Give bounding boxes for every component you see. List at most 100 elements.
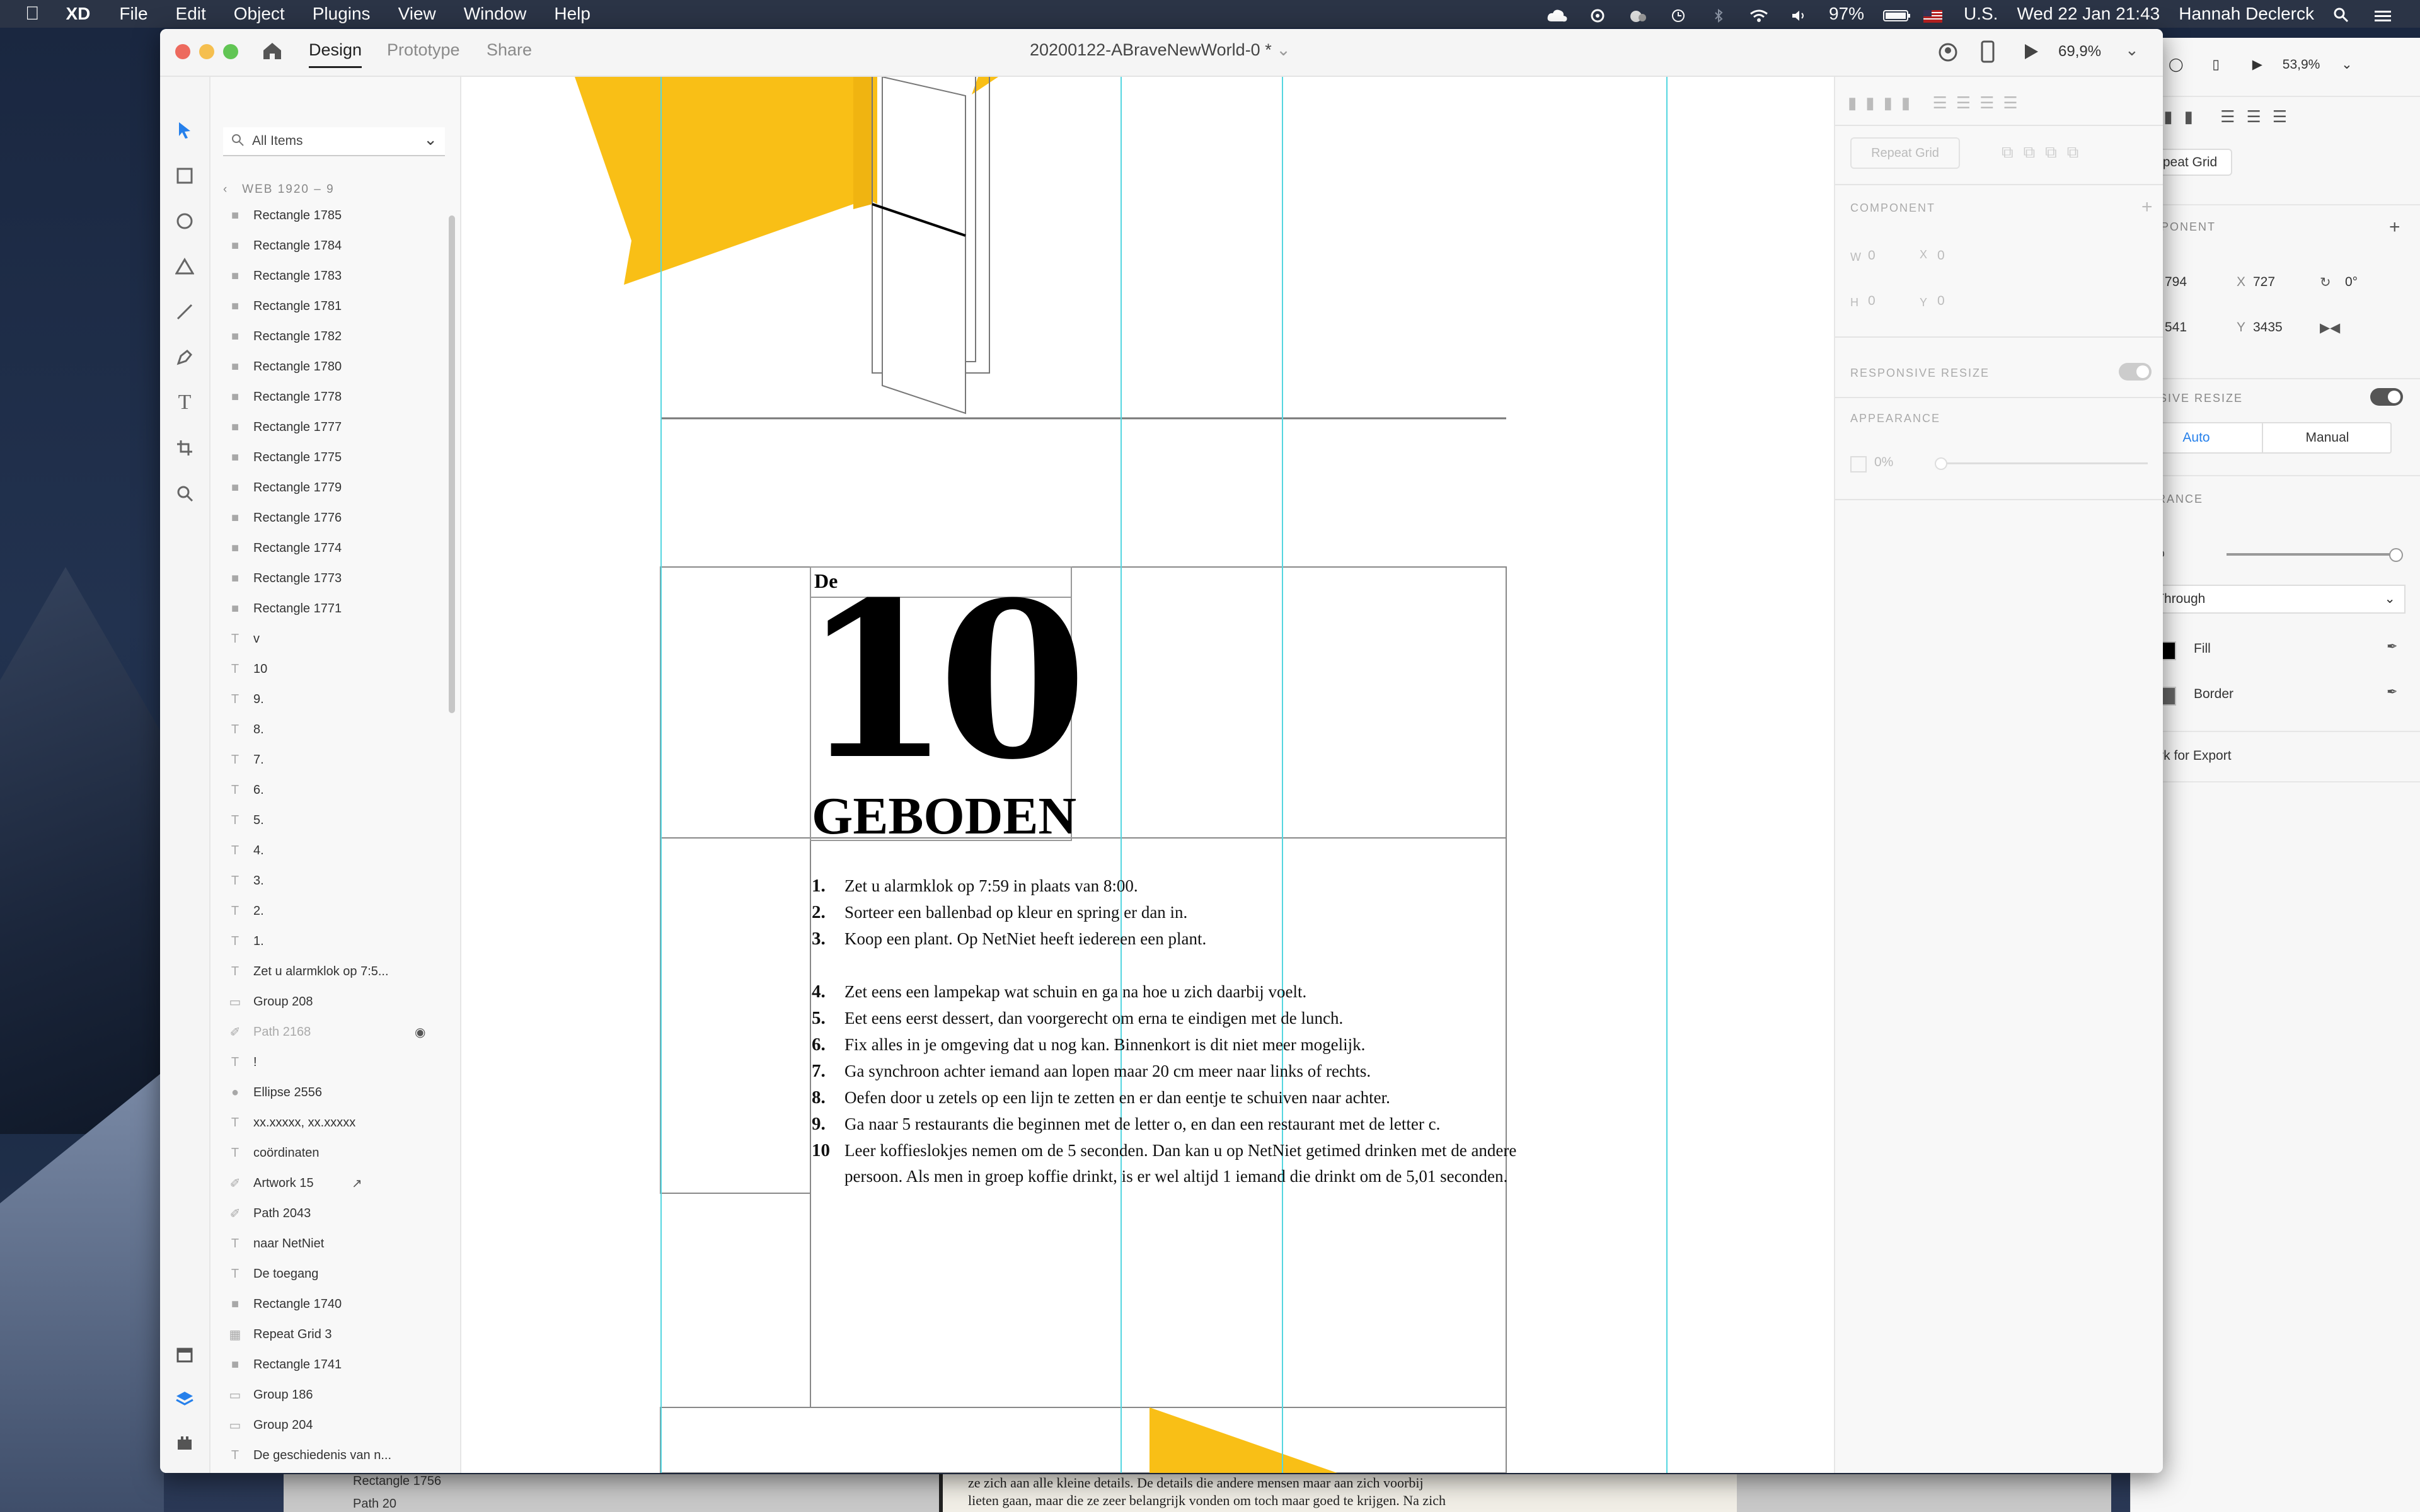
layer-row[interactable]: ■ Rectangle 1774 [226, 536, 434, 561]
assets-panel-icon[interactable] [174, 1344, 195, 1366]
layer-row[interactable]: T 9. [226, 687, 434, 712]
layer-row[interactable]: T 1. [226, 929, 434, 954]
back-zoom-chevron-icon[interactable]: ⌄ [2341, 57, 2353, 72]
select-tool-icon[interactable] [174, 120, 195, 141]
zoom-level[interactable]: 69,9% [2058, 43, 2101, 60]
layer-row[interactable]: Tnaar NetNiet [226, 1231, 434, 1256]
plugins-panel-icon[interactable] [174, 1433, 195, 1454]
battery-icon[interactable] [1882, 7, 1910, 21]
commandment-item[interactable]: 9. Ga naar 5 restaurants die beginnen met… [812, 1114, 1440, 1135]
commandment-item[interactable]: 10 Leer koffieslokjes nemen om de 5 secon… [812, 1140, 1516, 1161]
back-rotation[interactable]: 0° [2345, 275, 2420, 290]
external-link-icon[interactable]: ↗ [352, 1176, 362, 1191]
boolean-ops[interactable]: ⧉⧉⧉⧉ [2002, 142, 2089, 163]
back-zoom[interactable]: 53,9% [2283, 57, 2320, 72]
layer-row[interactable]: ■ Rectangle 1773 [226, 566, 434, 591]
yellow-shape-edge[interactable] [853, 77, 872, 209]
back-flip-icon[interactable]: ▶◀ [2320, 320, 2420, 336]
layer-row[interactable]: ■ Rectangle 1784 [226, 233, 434, 258]
menu-plugins[interactable]: Plugins [313, 4, 371, 24]
commandment-item[interactable]: persoon. Als men in groep koffie drinkt,… [812, 1167, 1507, 1186]
layer-row[interactable]: ✐ Artwork 15 ↗ [226, 1171, 434, 1196]
layers-panel-icon[interactable] [174, 1389, 195, 1410]
commandment-item[interactable]: 4. Zet eens een lampekap wat schuin en ga… [812, 982, 1306, 1002]
tab-prototype[interactable]: Prototype [387, 40, 460, 60]
pen-tool-icon[interactable] [174, 346, 195, 368]
menu-object[interactable]: Object [234, 4, 285, 24]
add-component-icon[interactable]: + [2141, 197, 2153, 218]
apple-icon[interactable]:  [25, 3, 40, 25]
layer-row[interactable]: ■ Rectangle 1782 [226, 324, 434, 349]
tab-design[interactable]: Design [309, 40, 362, 68]
document-title[interactable]: 20200122-ABraveNewWorld-0 * ⌄ [1030, 40, 1291, 60]
heading-geboden[interactable]: GEBODEN [812, 790, 1076, 843]
layer-row[interactable]: T! [226, 1050, 434, 1075]
bluetooth-icon[interactable] [1708, 7, 1729, 23]
artboard-tool-icon[interactable] [174, 437, 195, 459]
layer-row[interactable]: T xx.xxxxx, xx.xxxxx [226, 1110, 434, 1135]
back-export-label[interactable]: Mark for Export [2141, 748, 2420, 764]
text-tool-icon[interactable]: T [174, 391, 195, 414]
menu-edit[interactable]: Edit [176, 4, 206, 24]
bottom-frame[interactable] [660, 1407, 1507, 1473]
minimize-window-button[interactable] [199, 44, 214, 59]
zoom-window-button[interactable] [223, 44, 238, 59]
layer-row[interactable]: ▦ Repeat Grid 3 [226, 1322, 434, 1347]
heading-number[interactable]: 10 [802, 575, 1087, 789]
back-align-tools[interactable]: ▮▮▮ ☰☰☰ [2143, 107, 2420, 127]
menu-view[interactable]: View [398, 4, 436, 24]
back-opacity-knob[interactable] [2389, 548, 2403, 562]
layer-row[interactable]: ■ Rectangle 1781 [226, 294, 434, 319]
input-source[interactable]: U.S. [1964, 4, 1998, 24]
time-machine-icon[interactable] [1668, 7, 1689, 22]
width-field[interactable]: 0 [1868, 248, 1876, 263]
heading-frame[interactable] [660, 566, 1507, 839]
layer-row[interactable]: ■ Rectangle 1779 [226, 475, 434, 500]
opacity-field[interactable]: 0% [1874, 455, 1893, 470]
layer-row[interactable]: T 3. [226, 868, 434, 893]
rectangle-tool-icon[interactable] [174, 165, 195, 186]
layer-row[interactable]: ■ Rectangle 1740 [226, 1292, 434, 1317]
layer-row[interactable]: ■ Rectangle 1771 [226, 596, 434, 621]
back-device-icon[interactable]: ▯ [2212, 57, 2220, 72]
x-field[interactable]: 0 [1937, 248, 1945, 263]
back-repeat-grid-button[interactable]: Repeat Grid [2131, 149, 2420, 176]
device-preview-icon[interactable] [1980, 40, 1995, 66]
layer-row[interactable]: T De toegang [226, 1261, 434, 1286]
layer-row[interactable]: T coördinaten [226, 1140, 434, 1166]
back-fill-eyedropper-icon[interactable]: ✒ [2387, 639, 2420, 655]
layer-row[interactable]: T 5. [226, 808, 434, 833]
yellow-shape-main[interactable] [575, 77, 853, 285]
layer-row[interactable]: ■ Rectangle 1783 [226, 263, 434, 289]
layer-row[interactable]: T 8. [226, 717, 434, 742]
back-opacity-slider[interactable] [2227, 553, 2397, 556]
app-menu[interactable]: XD [66, 4, 91, 24]
layer-row[interactable]: ■ Rectangle 1775 [226, 445, 434, 470]
layer-row[interactable]: T 4. [226, 838, 434, 863]
layer-row[interactable]: T 2. [226, 898, 434, 924]
close-window-button[interactable] [175, 44, 190, 59]
tab-share[interactable]: Share [487, 40, 532, 60]
spotlight-icon[interactable] [2333, 7, 2354, 23]
back-share-icon[interactable]: ◯ [2169, 57, 2184, 72]
height-field[interactable]: 0 [1868, 294, 1876, 309]
cloud-error-icon[interactable] [1627, 7, 1649, 22]
back-responsive-toggle[interactable] [2370, 388, 2403, 406]
wifi-icon[interactable] [1748, 7, 1770, 22]
responsive-resize-toggle[interactable] [2119, 363, 2152, 381]
artboard-web-1920-9[interactable]: De 10 GEBODEN 1. Zet u alarmklok op 7:59 … [461, 77, 1833, 1473]
layer-row[interactable]: ■ Rectangle 1785 [226, 203, 434, 228]
layer-row[interactable]: Tv [226, 626, 434, 651]
layer-row[interactable]: ▭ Group 208 [226, 989, 434, 1014]
layout-guide[interactable] [660, 77, 662, 1473]
layer-row[interactable]: ■ Rectangle 1780 [226, 354, 434, 379]
layer-row[interactable]: T 6. [226, 777, 434, 803]
hidden-eye-icon[interactable]: ◉ [415, 1024, 425, 1040]
layer-row[interactable]: T De geschiedenis van n... [226, 1443, 434, 1468]
share-user-icon[interactable] [1937, 42, 1959, 66]
commandment-item[interactable]: 3. Koop een plant. Op NetNiet heeft ieder… [812, 929, 1206, 949]
layer-row[interactable]: T 10 [226, 656, 434, 682]
align-tools[interactable]: ▮▮▮▮ ☰☰☰☰ [1848, 93, 2027, 113]
creative-cloud-icon[interactable] [1547, 7, 1568, 22]
commandment-item[interactable]: 6. Fix alles in je omgeving dat u nog kan… [812, 1034, 1365, 1055]
